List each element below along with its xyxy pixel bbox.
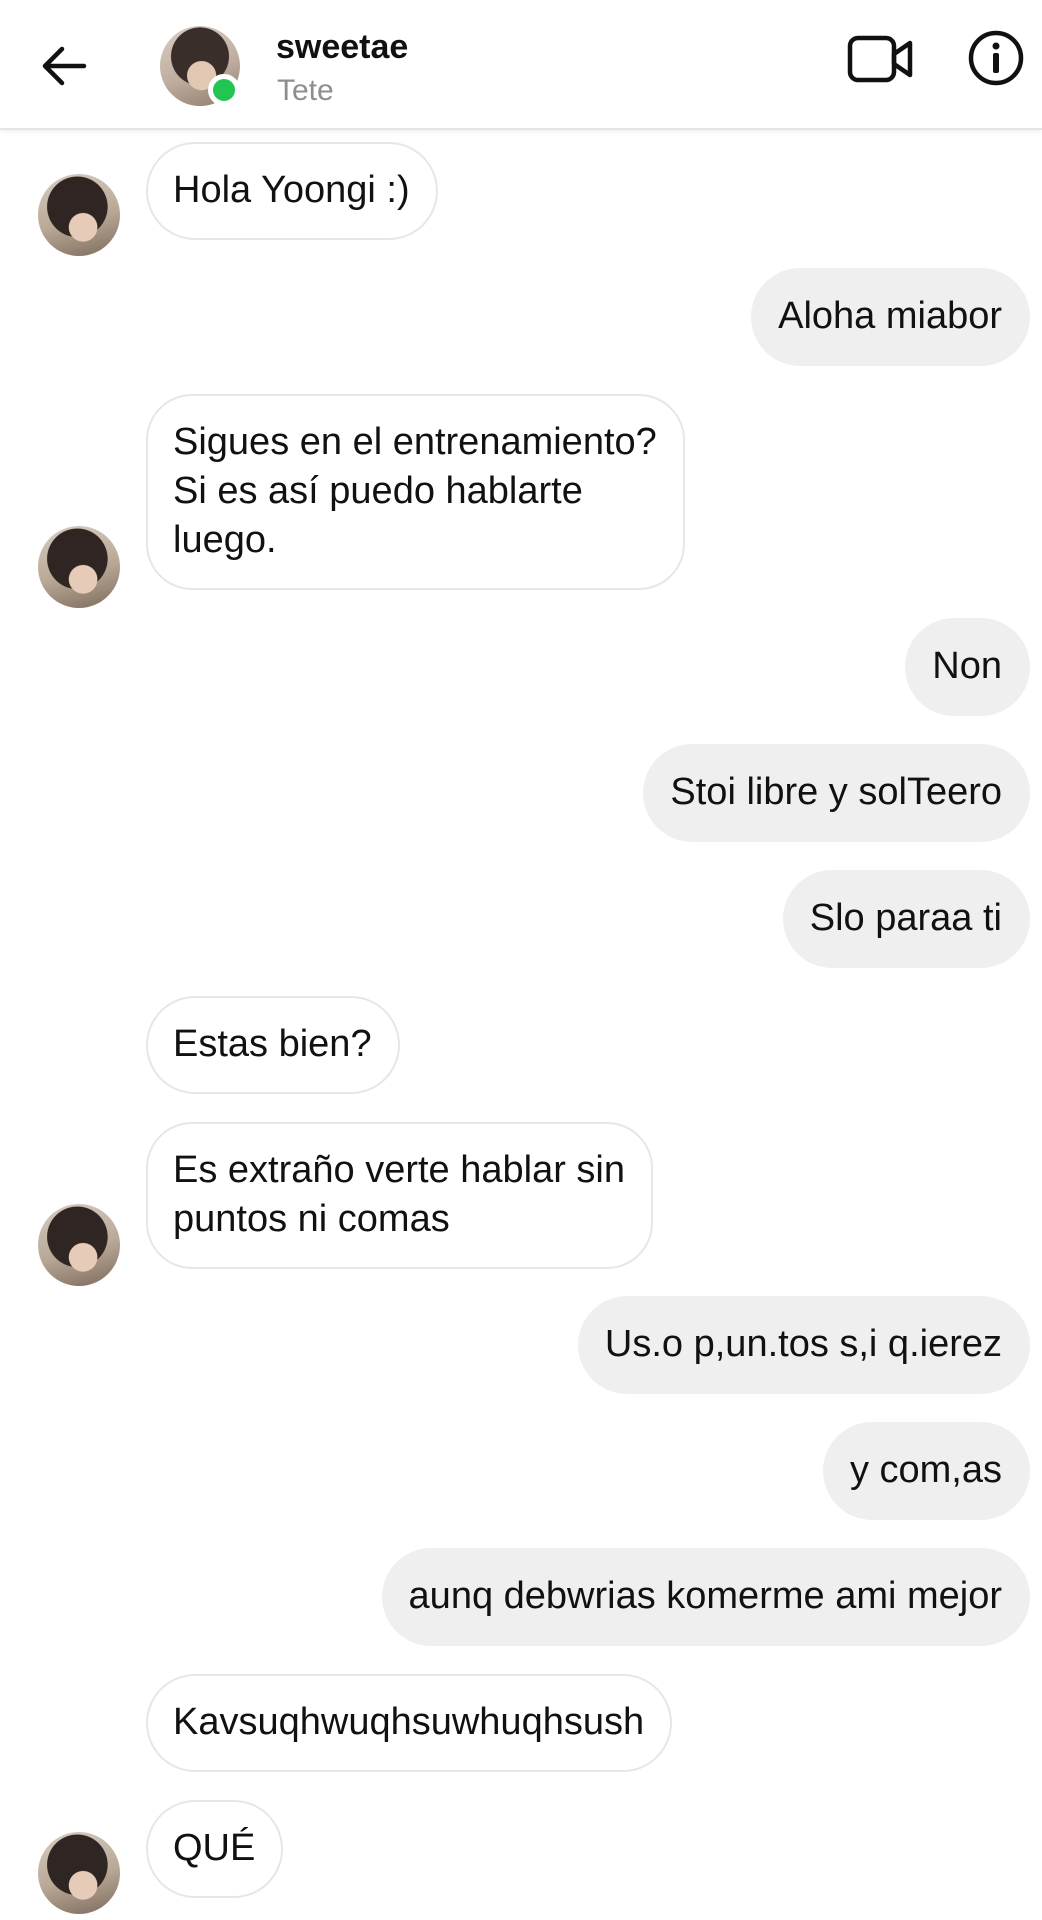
info-button[interactable] [966, 28, 1026, 88]
arrow-left-icon [42, 46, 87, 86]
chat-header: sweetae Tete [0, 0, 1042, 130]
outgoing-message[interactable]: aunq debwrias komerme ami mejor [381, 1548, 1030, 1646]
outgoing-message[interactable]: Stoi libre y solTeero [643, 744, 1030, 842]
incoming-message[interactable]: Kavsuqhwuqhsuwhuqhsush [146, 1674, 673, 1772]
outgoing-message[interactable]: Us.o p,un.tos s,i q.ierez [577, 1296, 1030, 1394]
outgoing-message[interactable]: y com,as [822, 1422, 1030, 1520]
incoming-message[interactable]: Es extraño verte hablar sin puntos ni co… [146, 1122, 654, 1269]
contact-name[interactable]: sweetae [276, 28, 408, 67]
outgoing-message[interactable]: Aloha miabor [751, 268, 1030, 366]
back-button[interactable] [34, 36, 94, 96]
online-status-dot [208, 74, 240, 106]
incoming-message[interactable]: Hola Yoongi :) [146, 142, 438, 240]
incoming-message[interactable]: Estas bien? [146, 996, 400, 1094]
sender-avatar[interactable] [38, 174, 120, 256]
outgoing-message[interactable]: Slo paraa ti [782, 870, 1030, 968]
contact-subtitle: Tete [277, 74, 334, 107]
video-call-button[interactable] [846, 28, 916, 92]
video-camera-icon [847, 35, 913, 83]
chat-screen: sweetae Tete Hola Yoongi :) Aloha miabor… [0, 0, 1042, 1920]
incoming-message[interactable]: QUÉ [146, 1800, 284, 1898]
incoming-message[interactable]: Sigues en el entrenamiento? Si es así pu… [146, 394, 685, 590]
outgoing-message[interactable]: Non [905, 618, 1030, 716]
sender-avatar[interactable] [38, 526, 120, 608]
info-circle-icon [968, 30, 1024, 86]
sender-avatar[interactable] [38, 1832, 120, 1914]
sender-avatar[interactable] [38, 1204, 120, 1286]
